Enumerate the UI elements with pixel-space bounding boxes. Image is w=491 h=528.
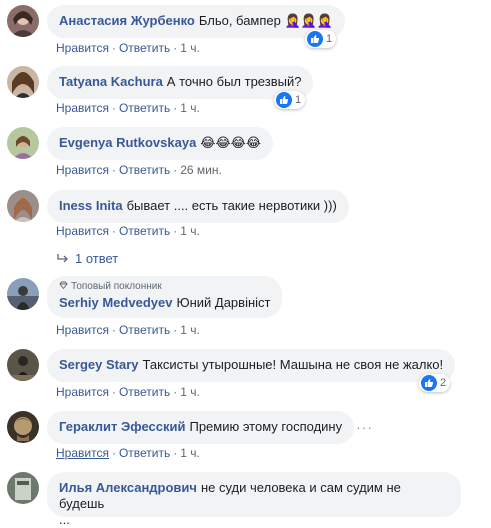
like-icon	[421, 375, 437, 391]
comment-text: бывает .... есть такие нервотики )))	[126, 198, 337, 213]
separator: ·	[173, 446, 178, 460]
comment-bubble: Илья Александрович не суди человека и сам…	[47, 472, 461, 527]
comment-actions: Нравится · Ответить · 1 ч.	[56, 224, 200, 238]
comment-text: Премию этому господину	[189, 419, 343, 434]
reply-link[interactable]: Ответить	[119, 323, 170, 337]
separator: ·	[111, 41, 116, 55]
view-replies-link[interactable]: 1 ответ	[57, 251, 118, 266]
timestamp[interactable]: 1 ч.	[180, 224, 200, 238]
top-fan-badge: Топовый поклонник	[59, 281, 270, 293]
separator: ·	[173, 41, 178, 55]
separator: ·	[173, 323, 178, 337]
avatar[interactable]	[7, 472, 39, 504]
comment-author[interactable]: Илья Александрович	[59, 480, 197, 495]
separator: ·	[111, 446, 116, 460]
comment-list: Анастасия Журбенко Бльо, бампер 🤦‍♀️🤦‍♀️🤦…	[0, 0, 491, 527]
like-link[interactable]: Нравится	[56, 101, 109, 115]
reply-link[interactable]: Ответить	[119, 446, 170, 460]
separator: ·	[111, 101, 116, 115]
timestamp[interactable]: 1 ч.	[180, 101, 200, 115]
reply-link[interactable]: Ответить	[119, 224, 170, 238]
comment-text-continued: ...	[59, 512, 70, 527]
comment-author[interactable]: Evgenya Rutkovskaya	[59, 135, 196, 150]
separator: ·	[111, 385, 116, 399]
reaction-number: 1	[295, 94, 302, 106]
comment-bubble: Tatyana Kachura А точно был трезвый?	[47, 66, 314, 99]
separator: ·	[111, 224, 116, 238]
separator: ·	[173, 385, 178, 399]
avatar[interactable]	[7, 127, 39, 159]
comment-text: Юний Дарвініст	[176, 295, 271, 310]
like-link[interactable]: Нравится	[56, 385, 109, 399]
separator: ·	[111, 163, 116, 177]
reaction-count[interactable]: 2	[419, 374, 451, 392]
comment-actions: Нравится · Ответить · 1 ч.	[56, 323, 200, 337]
comment-text: А точно был трезвый?	[166, 74, 302, 89]
like-link[interactable]: Нравится	[56, 163, 109, 177]
comment-bubble: Топовый поклонник Serhiy Medvedyev Юний Д…	[47, 276, 283, 318]
comment-actions: Нравится · Ответить · 1 ч.	[56, 385, 200, 399]
comment-bubble: Анастасия Журбенко Бльо, бампер 🤦‍♀️🤦‍♀️🤦…	[47, 5, 346, 38]
comment-actions: Нравится · Ответить · 26 мин.	[56, 163, 222, 177]
comment-actions: Нравится · Ответить · 1 ч.	[56, 446, 200, 460]
reaction-number: 2	[440, 377, 447, 389]
reply-link[interactable]: Ответить	[119, 41, 170, 55]
reaction-count[interactable]: 1	[305, 30, 337, 48]
timestamp[interactable]: 26 мин.	[180, 163, 222, 177]
comment-text: 😂😂😂😂	[200, 135, 262, 150]
timestamp[interactable]: 1 ч.	[180, 323, 200, 337]
reply-arrow-icon	[57, 251, 69, 266]
comment-actions: Нравится · Ответить · 1 ч.	[56, 41, 200, 55]
timestamp[interactable]: 1 ч.	[180, 41, 200, 55]
reaction-number: 1	[326, 33, 333, 45]
comment-author[interactable]: Гераклит Эфесский	[59, 419, 185, 434]
comment-author[interactable]: Iness Inita	[59, 198, 123, 213]
avatar[interactable]	[7, 66, 39, 98]
like-icon	[276, 92, 292, 108]
replies-count: 1 ответ	[75, 251, 119, 266]
like-icon	[307, 31, 323, 47]
comment-bubble: Sergey Stary Таксисты утырошные! Машына н…	[47, 349, 456, 382]
separator: ·	[173, 101, 178, 115]
reply-link[interactable]: Ответить	[119, 385, 170, 399]
like-link[interactable]: Нравится	[56, 323, 109, 337]
like-link[interactable]: Нравится	[56, 224, 109, 238]
reaction-count[interactable]: 1	[274, 91, 306, 109]
reply-link[interactable]: Ответить	[119, 101, 170, 115]
diamond-icon	[59, 281, 68, 293]
avatar[interactable]	[7, 411, 39, 443]
separator: ·	[111, 323, 116, 337]
like-link[interactable]: Нравится	[56, 41, 109, 55]
avatar[interactable]	[7, 278, 39, 310]
comment-author[interactable]: Serhiy Medvedyev	[59, 295, 172, 310]
timestamp[interactable]: 1 ч.	[180, 446, 200, 460]
comment-author[interactable]: Анастасия Журбенко	[59, 13, 195, 28]
like-link[interactable]: Нравится	[56, 446, 109, 460]
avatar[interactable]	[7, 349, 39, 381]
separator: ·	[173, 224, 178, 238]
badge-label: Топовый поклонник	[71, 281, 162, 292]
more-options-icon[interactable]: ···	[356, 419, 373, 435]
comment-bubble: Гераклит Эфесский Премию этому господину	[47, 411, 355, 444]
comment-text: Бльо, бампер 🤦‍♀️🤦‍♀️🤦‍♀️	[198, 13, 334, 28]
comment-bubble: Evgenya Rutkovskaya 😂😂😂😂	[47, 127, 274, 160]
timestamp[interactable]: 1 ч.	[180, 385, 200, 399]
comment-text: Таксисты утырошные! Машына не своя не жа…	[142, 357, 444, 372]
avatar[interactable]	[7, 5, 39, 37]
separator: ·	[173, 163, 178, 177]
reply-link[interactable]: Ответить	[119, 163, 170, 177]
comment-author[interactable]: Sergey Stary	[59, 357, 139, 372]
avatar[interactable]	[7, 190, 39, 222]
comment-actions: Нравится · Ответить · 1 ч.	[56, 101, 200, 115]
comment-bubble: Iness Inita бывает .... есть такие нервот…	[47, 190, 349, 223]
comment-author[interactable]: Tatyana Kachura	[59, 74, 163, 89]
